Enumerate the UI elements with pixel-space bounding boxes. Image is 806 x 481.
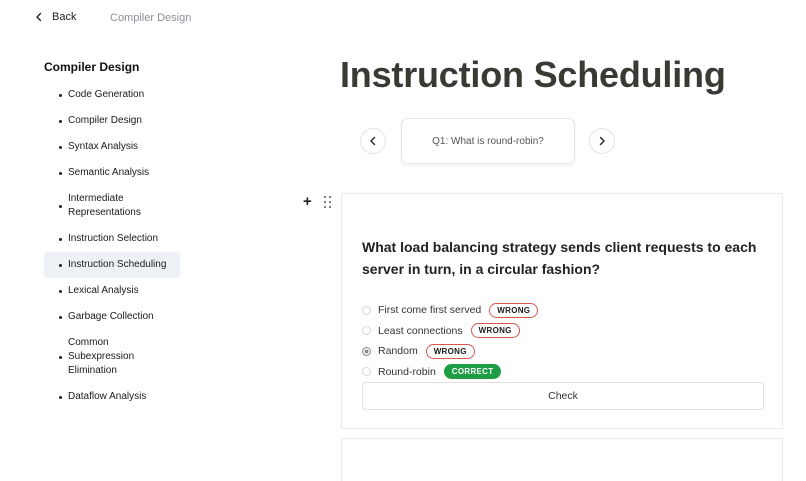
chevron-left-icon [36,12,42,22]
answer-option[interactable]: Random WRONG [362,341,538,362]
sidebar-item-label: Semantic Analysis [68,167,150,178]
sidebar-item[interactable]: Instruction Selection [44,226,180,252]
sidebar-item-label: Compiler Design [68,115,142,126]
bullet-icon [59,171,62,175]
top-bar: Back Compiler Design [0,0,806,36]
prev-card-button[interactable] [360,128,386,154]
next-card-button[interactable] [589,128,615,154]
sidebar-item-label: Common Subexpression Elimination [68,337,135,376]
sidebar-item[interactable]: Dataflow Analysis [44,384,180,410]
bullet-icon [59,93,62,97]
sidebar-list: Code Generation Compiler Design Syntax Ana… [44,82,184,410]
answer-option[interactable]: First come first served WRONG [362,300,539,321]
sidebar-item[interactable]: Code Generation [44,82,180,108]
bullet-icon [59,355,62,359]
sidebar: Compiler Design Code Generation Compiler … [44,60,184,410]
answer-option[interactable]: Round-robin CORRECT [362,362,538,383]
sidebar-item-label: Code Generation [68,89,145,100]
sidebar-item[interactable]: Syntax Analysis [44,134,180,160]
drag-handle-icon[interactable] [324,196,332,208]
sidebar-item[interactable]: Lexical Analysis [44,278,180,304]
bullet-icon [59,204,62,208]
answer-option-label: Random [378,345,418,358]
bullet-icon [59,289,62,293]
next-question-panel [341,438,783,481]
question-panel: What load balancing strategy sends clien… [341,193,783,429]
wrong-badge: WRONG [425,343,475,359]
sidebar-item[interactable]: Instruction Scheduling [44,252,180,278]
sidebar-item-label: Instruction Selection [68,233,159,244]
bullet-icon [59,263,62,267]
answer-option-label: Least connections [378,324,463,337]
wrong-badge: WRONG [470,323,520,339]
bullet-icon [59,315,62,319]
bullet-icon [59,395,62,399]
sidebar-item[interactable]: Garbage Collection [44,304,180,330]
answer-option[interactable]: Least connections WRONG [362,321,538,342]
bullet-icon [59,237,62,241]
sidebar-item[interactable]: Common Subexpression Elimination [44,330,180,384]
back-button[interactable]: Back [34,11,76,23]
sidebar-item[interactable]: Semantic Analysis [44,160,180,186]
radio-button[interactable] [362,346,371,356]
answer-options: First come first served WRONG Least connec… [362,300,539,383]
radio-button[interactable] [362,326,371,336]
correct-badge: CORRECT [443,364,502,380]
bullet-icon [59,119,62,123]
card-tab[interactable]: Q1: What is round-robin? [401,118,575,164]
sidebar-item-label: Lexical Analysis [68,285,139,296]
chevron-left-icon [370,136,376,146]
question-text: What load balancing strategy sends clien… [362,239,757,277]
sidebar-title: Compiler Design [44,60,140,74]
answer-option-label: First come first served [378,304,482,317]
page-title: Instruction Scheduling [340,54,726,95]
wrong-badge: WRONG [489,302,539,318]
answer-option-label: Round-robin [378,365,436,378]
radio-button[interactable] [362,305,371,315]
sidebar-item[interactable]: Compiler Design [44,108,180,134]
back-label: Back [52,11,77,23]
bullet-icon [59,145,62,149]
chevron-right-icon [599,136,605,146]
sidebar-item-label: Instruction Scheduling [68,259,167,270]
sidebar-item-label: Syntax Analysis [68,141,139,152]
breadcrumb[interactable]: Compiler Design [110,12,191,24]
sidebar-item-label: Dataflow Analysis [68,391,147,402]
plus-icon[interactable]: + [303,193,312,210]
sidebar-item-label: Garbage Collection [68,311,154,322]
check-button[interactable]: Check [362,382,764,410]
radio-button[interactable] [362,367,371,377]
sidebar-item[interactable]: Intermediate Representations [44,186,180,226]
sidebar-item-label: Intermediate Representations [68,193,141,218]
